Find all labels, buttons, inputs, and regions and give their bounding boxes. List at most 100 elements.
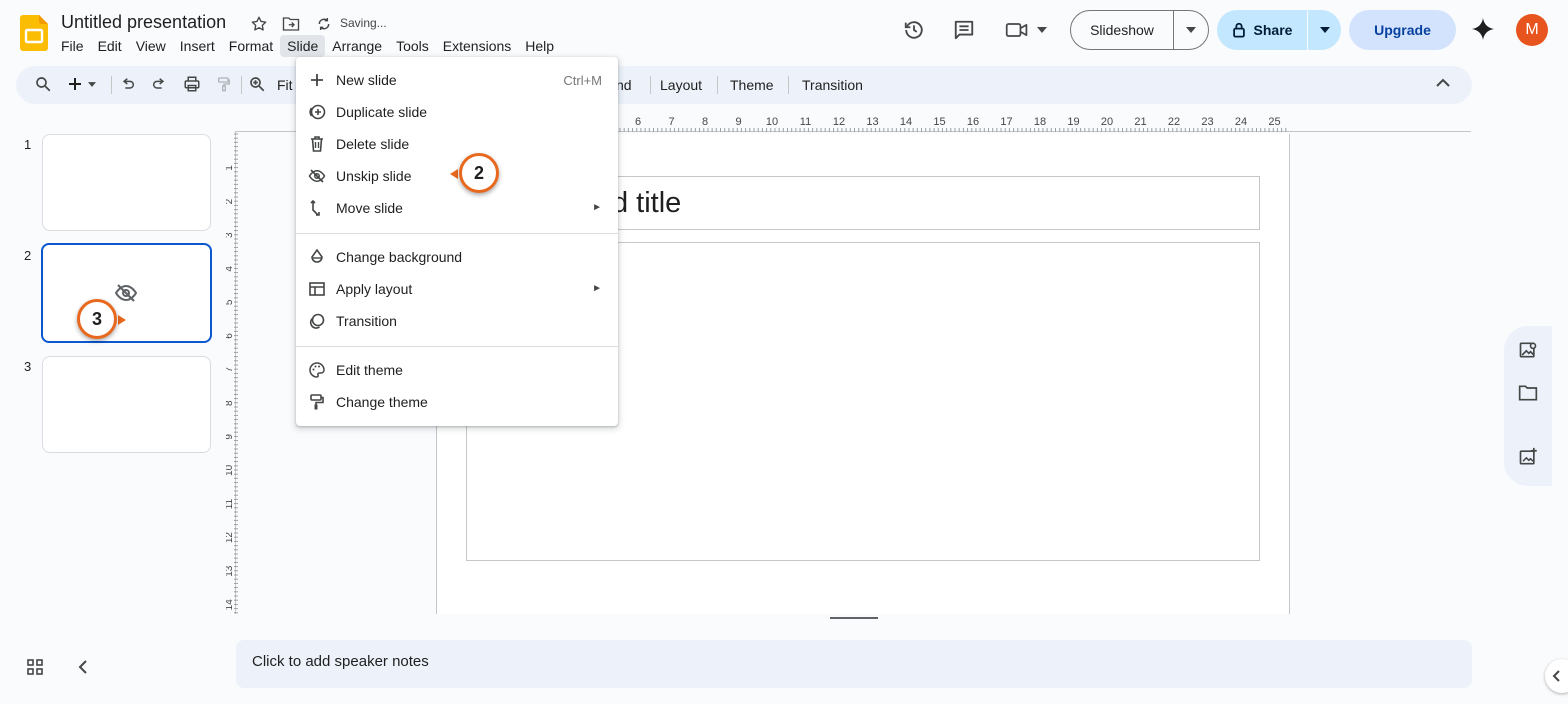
menu-arrange[interactable]: Arrange	[325, 35, 389, 57]
background-button[interactable]: nd	[616, 77, 632, 93]
meet-icon[interactable]	[1005, 19, 1053, 41]
step-callout-2: 2	[459, 153, 499, 193]
share-button[interactable]: Share	[1217, 10, 1308, 50]
grid-view-icon[interactable]	[26, 658, 44, 676]
version-history-icon[interactable]	[903, 19, 925, 41]
print-icon[interactable]	[183, 74, 201, 94]
menuitem-label: Unskip slide	[336, 168, 412, 184]
star-icon[interactable]	[248, 13, 270, 35]
layout-icon	[308, 280, 326, 298]
ruler-label: 8	[702, 116, 708, 128]
menu-slide[interactable]: Slide	[280, 35, 326, 57]
zoom-select[interactable]: Fit	[277, 77, 293, 93]
menuitem-apply-layout[interactable]: Apply layout ►	[296, 273, 618, 305]
trash-icon	[308, 135, 326, 153]
ruler-label: 7	[226, 366, 235, 372]
menu-divider	[296, 346, 618, 347]
menuitem-transition[interactable]: Transition	[296, 305, 618, 337]
move-icon	[308, 199, 326, 217]
slide-number: 2	[24, 248, 32, 263]
ruler-label: 15	[933, 116, 945, 128]
paint-drop-icon	[308, 248, 326, 266]
menu-extensions[interactable]: Extensions	[436, 35, 518, 57]
slide-thumbnail-1[interactable]	[42, 134, 211, 231]
ruler-label: 8	[226, 400, 235, 406]
undo-icon[interactable]	[120, 74, 136, 94]
menu-help[interactable]: Help	[518, 35, 561, 57]
submenu-arrow-icon: ►	[592, 283, 602, 294]
notes-resize-handle[interactable]	[830, 617, 878, 619]
ruler-label: 22	[1168, 116, 1180, 128]
vertical-ruler: 1234567891011121314	[226, 133, 238, 614]
menuitem-new-slide[interactable]: New slide Ctrl+M	[296, 64, 618, 96]
ruler-label: 1	[226, 165, 235, 171]
slideshow-button[interactable]: Slideshow	[1071, 11, 1174, 49]
menuitem-label: Transition	[336, 313, 397, 329]
upgrade-button[interactable]: Upgrade	[1349, 10, 1456, 50]
ruler-label: 3	[226, 232, 235, 238]
ruler-label: 20	[1101, 116, 1113, 128]
menuitem-change-theme[interactable]: Change theme	[296, 386, 618, 418]
menuitem-label: Delete slide	[336, 136, 410, 152]
slides-logo-icon[interactable]	[20, 15, 48, 51]
folder-icon[interactable]	[1518, 384, 1538, 402]
menuitem-label: New slide	[336, 72, 397, 88]
document-title[interactable]: Untitled presentation	[61, 12, 226, 33]
redo-icon[interactable]	[151, 74, 167, 94]
ruler-label: 7	[668, 116, 674, 128]
share-options-button[interactable]	[1308, 10, 1341, 50]
menu-view[interactable]: View	[129, 35, 173, 57]
collapse-menus-icon[interactable]	[1436, 78, 1450, 88]
layout-button[interactable]: Layout	[660, 77, 702, 93]
menuitem-duplicate-slide[interactable]: Duplicate slide	[296, 96, 618, 128]
ruler-label: 24	[1235, 116, 1247, 128]
speaker-notes-placeholder: Click to add speaker notes	[252, 653, 429, 670]
search-menus-icon[interactable]	[34, 74, 52, 94]
title-placeholder-text: d title	[612, 187, 682, 219]
slide-number: 3	[24, 359, 32, 374]
theme-button[interactable]: Theme	[730, 77, 774, 93]
chevron-down-icon	[88, 81, 96, 87]
menu-file[interactable]: File	[54, 35, 91, 57]
gemini-sparkle-icon[interactable]	[1472, 18, 1494, 40]
paint-format-icon[interactable]	[216, 74, 232, 94]
menu-tools[interactable]: Tools	[389, 35, 436, 57]
menu-divider	[296, 233, 618, 234]
ruler-label: 4	[226, 266, 235, 272]
image-search-icon[interactable]	[1518, 340, 1538, 360]
menu-format[interactable]: Format	[222, 35, 280, 57]
move-folder-icon[interactable]	[280, 13, 302, 35]
expand-side-panel-button[interactable]	[1545, 659, 1568, 693]
new-slide-button[interactable]	[68, 74, 96, 94]
skipped-slide-icon	[114, 283, 138, 303]
slideshow-options-button[interactable]	[1174, 11, 1208, 49]
menuitem-edit-theme[interactable]: Edit theme	[296, 354, 618, 386]
menuitem-change-background[interactable]: Change background	[296, 241, 618, 273]
chevron-down-icon	[1186, 27, 1196, 33]
slideshow-button-group: Slideshow	[1070, 10, 1209, 50]
ruler-label: 25	[1268, 116, 1280, 128]
paint-roller-icon	[308, 393, 326, 411]
zoom-icon[interactable]	[248, 74, 266, 94]
duplicate-icon	[308, 103, 326, 121]
menuitem-delete-slide[interactable]: Delete slide	[296, 128, 618, 160]
menuitem-label: Move slide	[336, 200, 403, 216]
chevron-down-icon	[1319, 27, 1330, 33]
menuitem-move-slide[interactable]: Move slide ►	[296, 192, 618, 224]
add-image-icon[interactable]	[1518, 447, 1538, 467]
slide-thumbnail-3[interactable]	[42, 356, 211, 453]
ruler-label: 12	[226, 532, 235, 544]
account-avatar[interactable]: M	[1516, 14, 1548, 46]
callout-pointer	[118, 315, 126, 325]
transition-button[interactable]: Transition	[802, 77, 863, 93]
menuitem-label: Apply layout	[336, 281, 413, 297]
ruler-label: 14	[226, 599, 235, 611]
lock-icon	[1232, 22, 1245, 38]
menu-insert[interactable]: Insert	[173, 35, 222, 57]
menu-edit[interactable]: Edit	[91, 35, 129, 57]
comments-icon[interactable]	[953, 19, 975, 41]
share-button-group: Share	[1217, 10, 1341, 50]
menuitem-label: Change theme	[336, 394, 428, 410]
collapse-filmstrip-icon[interactable]	[75, 658, 93, 676]
ruler-label: 16	[967, 116, 979, 128]
